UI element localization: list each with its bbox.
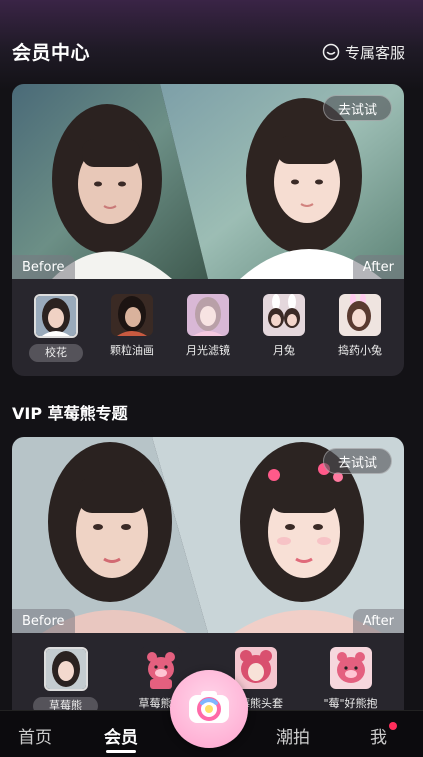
camera-icon [187, 689, 231, 729]
notification-dot [389, 722, 397, 730]
filter-thumbnail [339, 294, 381, 336]
before-label: Before [12, 255, 75, 279]
after-label: After [352, 255, 404, 279]
filter-item-xiaohua[interactable]: 校花 [18, 294, 94, 362]
filter-thumbnail [263, 294, 305, 336]
before-label: Before [12, 609, 75, 633]
chat-icon [322, 43, 340, 61]
filter-item-moonlight[interactable]: 月光滤镜 [170, 294, 246, 362]
filter-label: 月光滤镜 [186, 344, 230, 357]
filter-thumbnail [234, 647, 277, 689]
try-button[interactable]: 去试试 [322, 95, 392, 121]
camera-button[interactable] [170, 670, 248, 748]
section-title: VIP 草莓熊专题 [12, 404, 128, 423]
filter-thumbnail [329, 647, 372, 689]
filter-item-oil-painting[interactable]: 颗粒油画 [94, 294, 170, 362]
service-button[interactable]: 专属客服 [322, 40, 405, 64]
filter-item-strawberry-bear[interactable]: 草莓熊 [28, 647, 104, 715]
filter-item-herb-rabbit[interactable]: 捣药小兔 [322, 294, 398, 362]
filter-label: 捣药小兔 [338, 344, 382, 357]
filter-label: 校花 [29, 344, 83, 362]
filter-thumbnail [111, 294, 153, 336]
nav-trend-shoot[interactable]: 潮拍 [276, 723, 310, 748]
filter-label: 月兔 [273, 344, 295, 357]
service-label: 专属客服 [344, 43, 405, 62]
filter-card-campus: Before After 去试试 校花 颗粒油画 月光滤镜 月兔 捣药小兔 [12, 84, 404, 376]
filter-list: 校花 颗粒油画 月光滤镜 月兔 捣药小兔 [12, 294, 404, 362]
nav-home[interactable]: 首页 [18, 723, 52, 748]
filter-thumbnail [34, 294, 78, 338]
before-after-compare[interactable]: Before After 去试试 [12, 437, 404, 633]
filter-thumbnail [139, 647, 182, 689]
nav-active-indicator [106, 750, 136, 753]
try-button[interactable]: 去试试 [322, 448, 392, 474]
nav-member[interactable]: 会员 [104, 723, 138, 748]
after-label: After [352, 609, 404, 633]
filter-item-bear-hug[interactable]: "莓"好熊抱 [313, 647, 389, 715]
before-after-compare[interactable]: Before After 去试试 [12, 84, 404, 279]
filter-label: 颗粒油画 [110, 344, 154, 357]
filter-thumbnail [43, 647, 88, 691]
header: 会员中心 专属客服 [0, 30, 423, 74]
filter-thumbnail [187, 294, 229, 336]
page-title: 会员中心 [12, 42, 91, 64]
filter-item-moon-rabbit[interactable]: 月兔 [246, 294, 322, 362]
nav-me[interactable]: 我 [370, 723, 387, 748]
